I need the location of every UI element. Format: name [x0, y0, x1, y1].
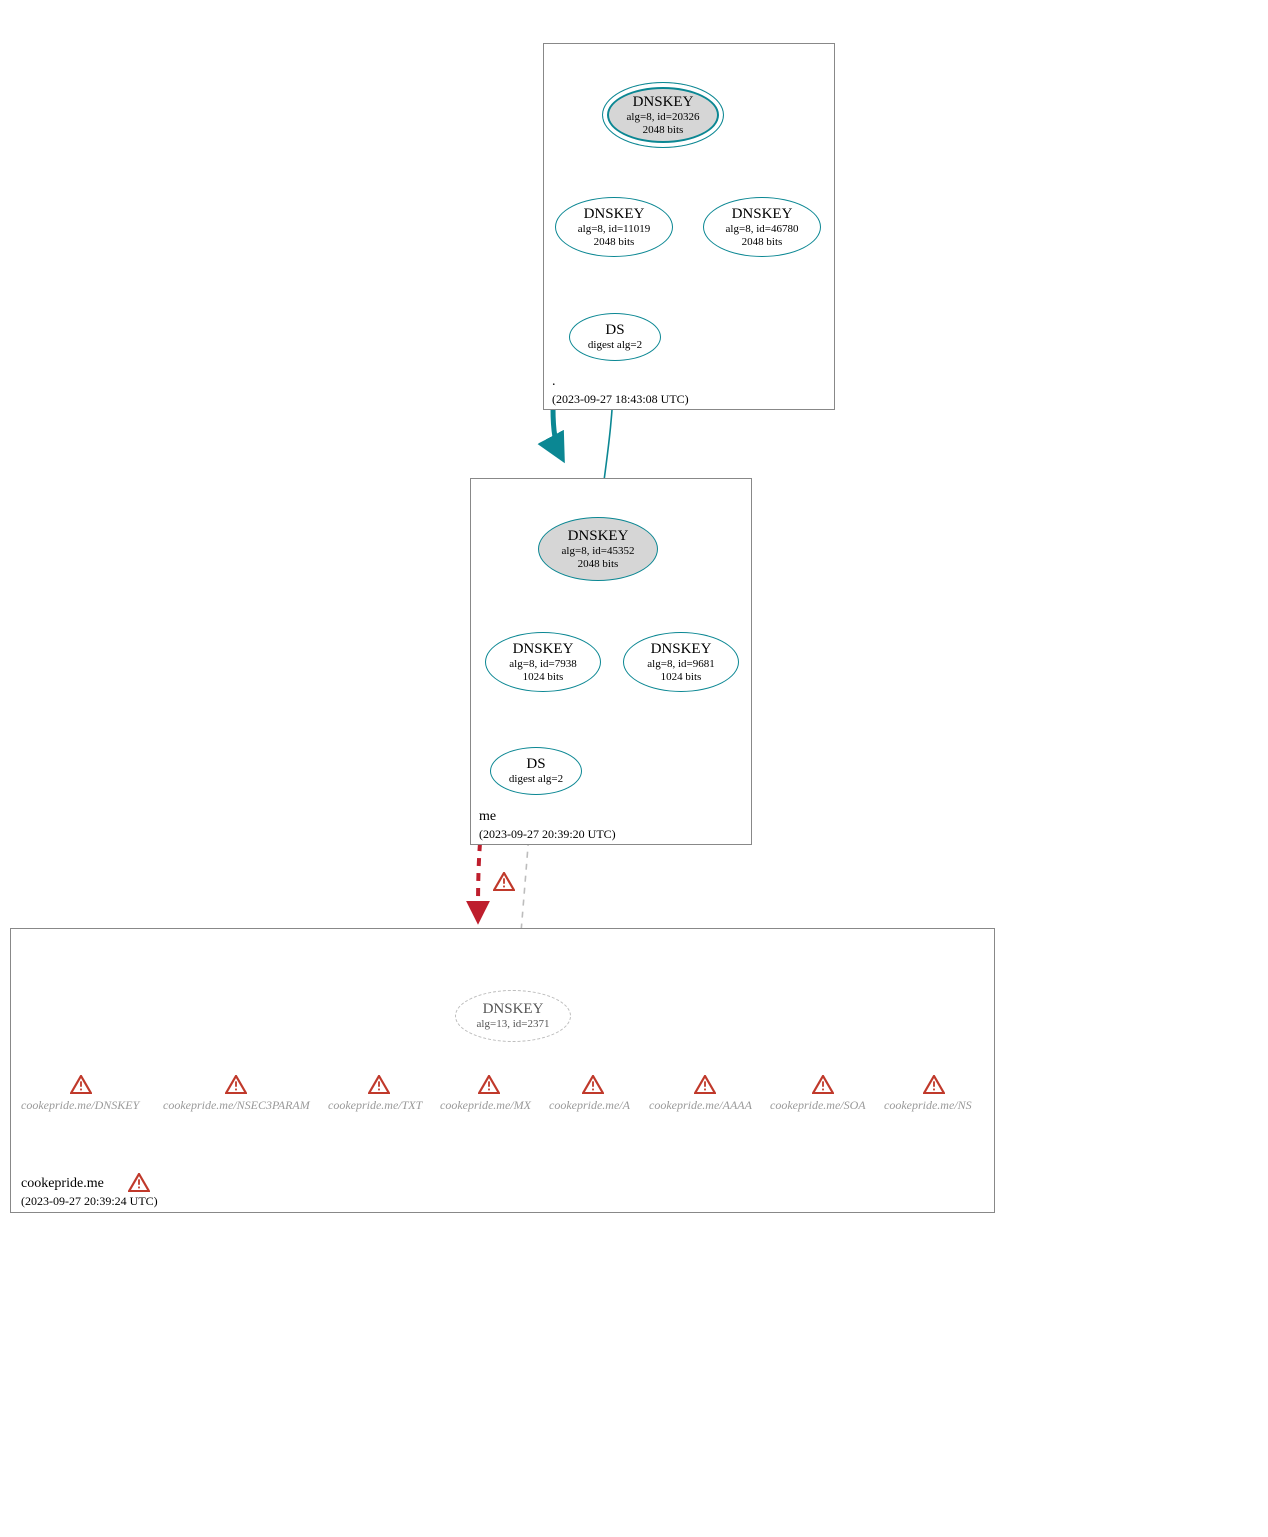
- zone-box-cookepride: [10, 928, 995, 1213]
- root-zsk1-sub: alg=8, id=11019: [556, 223, 672, 236]
- root-zsk2-sub: alg=8, id=46780: [704, 223, 820, 236]
- dnskey-label: DNSKEY: [456, 1000, 570, 1018]
- edge-me-to-cp-dashed-red: [478, 843, 480, 920]
- zone-root-timestamp: (2023-09-27 18:43:08 UTC): [552, 392, 689, 406]
- me-ksk-bits: 2048 bits: [539, 558, 657, 571]
- warning-icon: [128, 1173, 150, 1192]
- node-dnskey-root-ksk[interactable]: DNSKEY alg=8, id=20326 2048 bits: [602, 82, 724, 148]
- warning-icon: [70, 1075, 92, 1094]
- dnskey-label: DNSKEY: [486, 640, 600, 658]
- zone-label-me: me (2023-09-27 20:39:20 UTC): [479, 808, 616, 844]
- dnskey-label: DNSKEY: [603, 93, 723, 111]
- rrset-dnskey[interactable]: cookepride.me/DNSKEY: [21, 1098, 139, 1113]
- zone-me-name: me: [479, 809, 496, 824]
- warning-icon: [582, 1075, 604, 1094]
- rrset-aaaa[interactable]: cookepride.me/AAAA: [649, 1098, 752, 1113]
- node-dnskey-root-zsk1[interactable]: DNSKEY alg=8, id=11019 2048 bits: [555, 197, 673, 257]
- warning-icon: [923, 1075, 945, 1094]
- me-zsk2-bits: 1024 bits: [624, 671, 738, 684]
- root-ds-sub: digest alg=2: [570, 339, 660, 352]
- cp-dnskey-sub: alg=13, id=2371: [456, 1018, 570, 1031]
- rrset-soa[interactable]: cookepride.me/SOA: [770, 1098, 866, 1113]
- node-dnskey-root-zsk2[interactable]: DNSKEY alg=8, id=46780 2048 bits: [703, 197, 821, 257]
- root-zsk1-bits: 2048 bits: [556, 236, 672, 249]
- rrset-nsec3param[interactable]: cookepride.me/NSEC3PARAM: [163, 1098, 310, 1113]
- ds-label: DS: [491, 755, 581, 773]
- node-dnskey-me-ksk[interactable]: DNSKEY alg=8, id=45352 2048 bits: [538, 517, 658, 581]
- warning-icon: [812, 1075, 834, 1094]
- me-zsk1-sub: alg=8, id=7938: [486, 658, 600, 671]
- warning-icon: [493, 872, 515, 891]
- zone-cp-timestamp: (2023-09-27 20:39:24 UTC): [21, 1194, 158, 1208]
- me-ksk-sub: alg=8, id=45352: [539, 545, 657, 558]
- warning-icon: [225, 1075, 247, 1094]
- rrset-ns[interactable]: cookepride.me/NS: [884, 1098, 972, 1113]
- rrset-a[interactable]: cookepride.me/A: [549, 1098, 630, 1113]
- dnskey-label: DNSKEY: [539, 527, 657, 545]
- warning-icon: [694, 1075, 716, 1094]
- zone-cp-name: cookepride.me: [21, 1176, 104, 1191]
- root-ksk-sub: alg=8, id=20326: [603, 111, 723, 124]
- warning-icon: [478, 1075, 500, 1094]
- root-zsk2-bits: 2048 bits: [704, 236, 820, 249]
- node-ds-me[interactable]: DS digest alg=2: [490, 747, 582, 795]
- rrset-mx[interactable]: cookepride.me/MX: [440, 1098, 531, 1113]
- node-dnskey-cookepride[interactable]: DNSKEY alg=13, id=2371: [455, 990, 571, 1042]
- rrset-txt[interactable]: cookepride.me/TXT: [328, 1098, 422, 1113]
- zone-label-root: . (2023-09-27 18:43:08 UTC): [552, 373, 689, 409]
- zone-me-timestamp: (2023-09-27 20:39:20 UTC): [479, 827, 616, 841]
- dnskey-label: DNSKEY: [624, 640, 738, 658]
- warning-icon: [368, 1075, 390, 1094]
- me-zsk1-bits: 1024 bits: [486, 671, 600, 684]
- me-ds-sub: digest alg=2: [491, 773, 581, 786]
- node-dnskey-me-zsk2[interactable]: DNSKEY alg=8, id=9681 1024 bits: [623, 632, 739, 692]
- zone-root-name: .: [552, 374, 556, 389]
- root-ksk-bits: 2048 bits: [603, 124, 723, 137]
- dnskey-label: DNSKEY: [704, 205, 820, 223]
- node-ds-root[interactable]: DS digest alg=2: [569, 313, 661, 361]
- ds-label: DS: [570, 321, 660, 339]
- me-zsk2-sub: alg=8, id=9681: [624, 658, 738, 671]
- edge-root-to-me-thick: [553, 408, 562, 458]
- node-dnskey-me-zsk1[interactable]: DNSKEY alg=8, id=7938 1024 bits: [485, 632, 601, 692]
- dnskey-label: DNSKEY: [556, 205, 672, 223]
